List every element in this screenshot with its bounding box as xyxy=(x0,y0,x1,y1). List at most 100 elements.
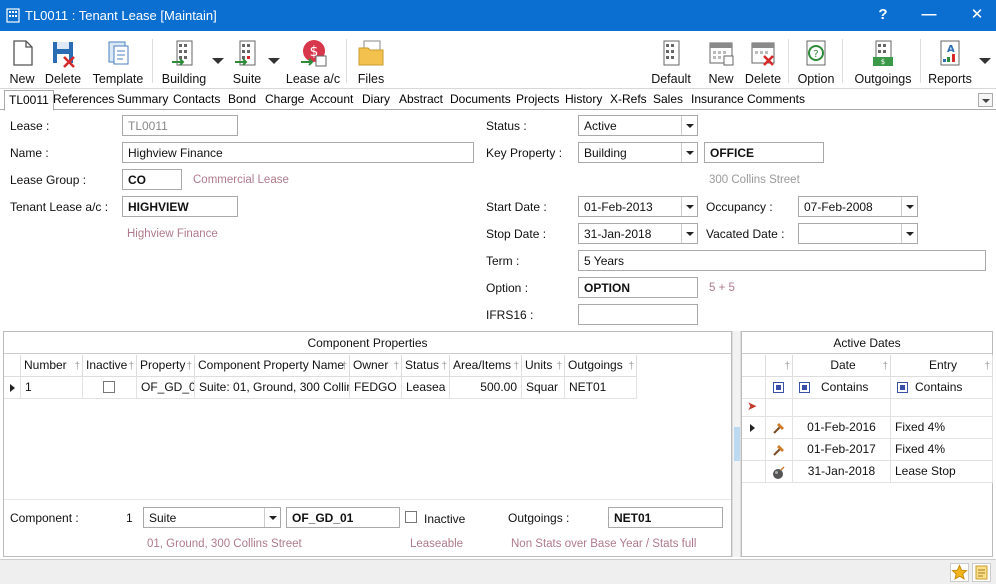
key-property-field[interactable]: OFFICE xyxy=(704,142,824,163)
pin-icon[interactable]: † xyxy=(341,356,347,376)
status-select[interactable]: Active xyxy=(578,115,698,136)
col-icon[interactable]: † xyxy=(766,355,793,377)
lease-field[interactable]: TL0011 xyxy=(122,115,238,136)
option-field[interactable]: OPTION xyxy=(578,277,698,298)
date-filter[interactable]: Contains xyxy=(793,377,891,399)
filter-icon[interactable] xyxy=(773,382,784,393)
suite-dropdown-icon[interactable] xyxy=(268,58,280,64)
tab-bond[interactable]: Bond xyxy=(228,92,256,106)
tab-insurance[interactable]: Insurance xyxy=(691,92,744,106)
col-area-items[interactable]: Area/Items † xyxy=(450,355,522,377)
col-component-property-name[interactable]: Component Property Name † xyxy=(195,355,350,377)
tab-contacts[interactable]: Contacts xyxy=(173,92,220,106)
minimize-button[interactable]: — xyxy=(914,4,944,26)
component-inactive-checkbox[interactable] xyxy=(405,511,417,523)
cell-name[interactable]: Suite: 01, Ground, 300 Collin xyxy=(195,377,350,399)
pin-icon[interactable]: † xyxy=(784,356,790,376)
pin-icon[interactable]: † xyxy=(984,356,990,376)
filter-icon[interactable] xyxy=(799,382,810,393)
col-inactive[interactable]: Inactive † xyxy=(83,355,137,377)
chevron-down-icon[interactable] xyxy=(681,143,697,162)
component-code-field[interactable]: OF_GD_01 xyxy=(286,507,400,528)
pin-icon[interactable]: † xyxy=(128,356,134,376)
outgoings-button[interactable]: $ Outgoings xyxy=(850,35,916,87)
cell-entry[interactable]: Fixed 4% xyxy=(891,439,993,461)
building-button[interactable]: Building xyxy=(158,35,210,87)
files-button[interactable]: Files xyxy=(352,35,390,87)
cell-units[interactable]: Squar xyxy=(522,377,565,399)
col-status[interactable]: Status † xyxy=(402,355,450,377)
vacated-date-picker[interactable] xyxy=(798,223,918,244)
tab-history[interactable]: History xyxy=(565,92,602,106)
chevron-down-icon[interactable] xyxy=(901,224,917,243)
cell-date[interactable]: 01-Feb-2016 xyxy=(793,417,891,439)
tab-tl0011[interactable]: TL0011 xyxy=(4,90,54,111)
col-owner[interactable]: Owner † xyxy=(350,355,402,377)
option-button[interactable]: ? Option xyxy=(794,35,838,87)
pin-icon[interactable]: † xyxy=(513,356,519,376)
tab-x-refs[interactable]: X-Refs xyxy=(610,92,647,106)
term-field[interactable]: 5 Years xyxy=(578,250,986,271)
splitter-handle[interactable] xyxy=(734,427,740,461)
lease-ac-button[interactable]: $ Lease a/c xyxy=(284,35,342,87)
cell-date[interactable]: 01-Feb-2017 xyxy=(793,439,891,461)
chevron-down-icon[interactable] xyxy=(901,197,917,216)
new-row-cell[interactable] xyxy=(793,399,891,417)
new-button[interactable]: New xyxy=(4,35,40,87)
filter-icon[interactable] xyxy=(897,382,908,393)
lease-group-field[interactable]: CO xyxy=(122,169,182,190)
component-outgoings-field[interactable]: NET01 xyxy=(608,507,723,528)
reports-dropdown-icon[interactable] xyxy=(979,58,991,64)
pin-icon[interactable]: † xyxy=(74,356,80,376)
start-date-picker[interactable]: 01-Feb-2013 xyxy=(578,196,698,217)
chevron-down-icon[interactable] xyxy=(681,197,697,216)
name-field[interactable]: Highview Finance xyxy=(122,142,474,163)
chevron-down-icon[interactable] xyxy=(681,116,697,135)
col-entry[interactable]: Entry † xyxy=(891,355,993,377)
component-type-select[interactable]: Suite xyxy=(143,507,281,528)
occupancy-date-picker[interactable]: 07-Feb-2008 xyxy=(798,196,918,217)
suite-button[interactable]: Suite xyxy=(226,35,268,87)
col-property[interactable]: Property † xyxy=(137,355,195,377)
delete-button[interactable]: Delete xyxy=(42,35,84,87)
panel-splitter[interactable] xyxy=(732,331,741,557)
tab-account[interactable]: Account xyxy=(310,92,353,106)
cell-date[interactable]: 31-Jan-2018 xyxy=(793,461,891,483)
tab-sales[interactable]: Sales xyxy=(653,92,683,106)
tab-comments[interactable]: Comments xyxy=(747,92,805,106)
col-units[interactable]: Units † xyxy=(522,355,565,377)
tab-documents[interactable]: Documents xyxy=(450,92,511,106)
chevron-down-icon[interactable] xyxy=(681,224,697,243)
col-number[interactable]: Number † xyxy=(21,355,83,377)
tab-overflow-button[interactable] xyxy=(978,93,993,107)
pin-icon[interactable]: † xyxy=(882,356,888,376)
cell-entry[interactable]: Fixed 4% xyxy=(891,417,993,439)
tab-diary[interactable]: Diary xyxy=(362,92,390,106)
pin-icon[interactable]: † xyxy=(186,356,192,376)
tab-projects[interactable]: Projects xyxy=(516,92,559,106)
cell-status[interactable]: Leasea xyxy=(402,377,450,399)
new-option-button[interactable]: New xyxy=(702,35,740,87)
pin-icon[interactable]: † xyxy=(393,356,399,376)
notes-icon[interactable] xyxy=(972,563,991,582)
cell-number[interactable]: 1 xyxy=(21,377,83,399)
pin-icon[interactable]: † xyxy=(556,356,562,376)
template-button[interactable]: Template xyxy=(88,35,148,87)
cell-owner[interactable]: FEDGO xyxy=(350,377,402,399)
cell-property[interactable]: OF_GD_0 xyxy=(137,377,195,399)
new-row-cell[interactable] xyxy=(766,399,793,417)
tenant-ac-field[interactable]: HIGHVIEW xyxy=(122,196,238,217)
entry-filter[interactable]: Contains xyxy=(891,377,993,399)
stop-date-picker[interactable]: 31-Jan-2018 xyxy=(578,223,698,244)
reports-button[interactable]: A Reports xyxy=(926,35,974,87)
delete-option-button[interactable]: Delete xyxy=(742,35,784,87)
cell-entry[interactable]: Lease Stop xyxy=(891,461,993,483)
ifrs16-field[interactable] xyxy=(578,304,698,325)
tab-references[interactable]: References xyxy=(53,92,114,106)
tab-charge[interactable]: Charge xyxy=(265,92,304,106)
inactive-checkbox[interactable] xyxy=(103,381,115,393)
help-button[interactable]: ? xyxy=(868,4,898,26)
filter-icon-cell[interactable] xyxy=(766,377,793,399)
tab-abstract[interactable]: Abstract xyxy=(399,92,443,106)
tab-summary[interactable]: Summary xyxy=(117,92,168,106)
